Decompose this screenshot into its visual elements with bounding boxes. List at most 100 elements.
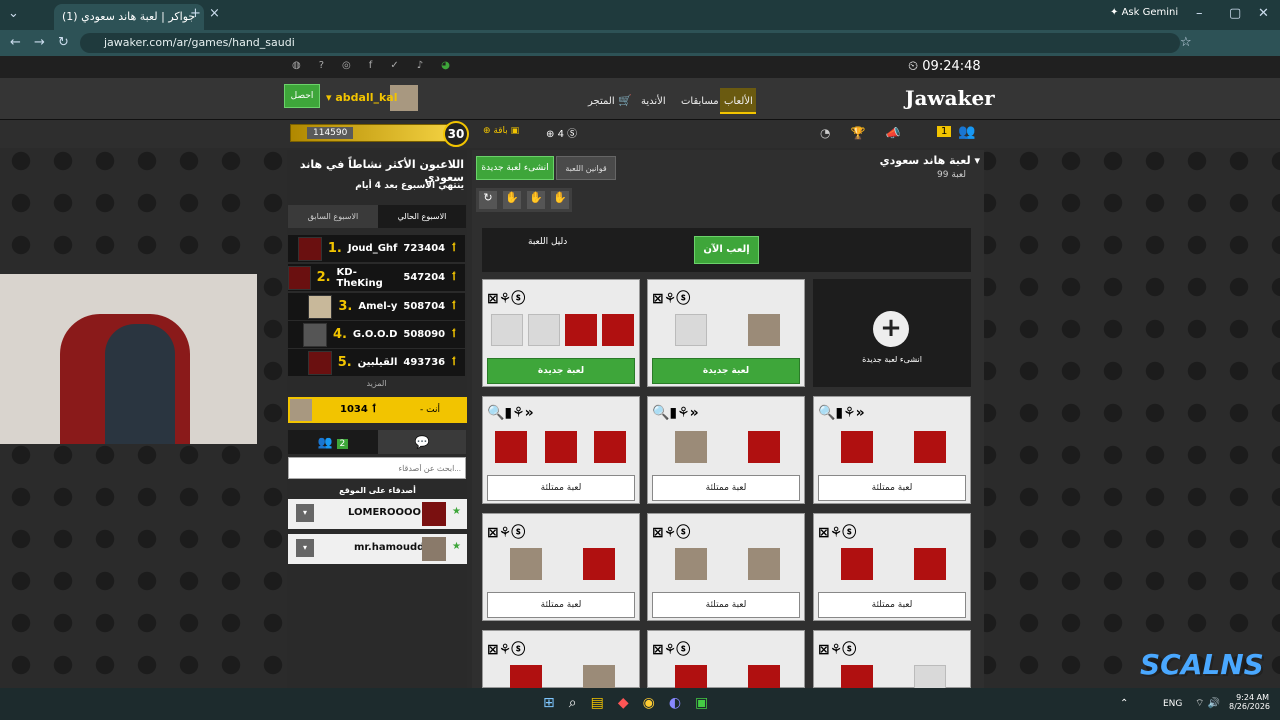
filter-buttons: ↻ ✋ ✋ ✋ — [476, 188, 572, 212]
filter-one-icon[interactable]: ✋ — [503, 191, 521, 209]
tray-clock[interactable]: 9:24 AM 8/26/2026 — [1229, 693, 1270, 711]
tokens[interactable]: ⊕ 4 Ⓢ — [546, 125, 577, 140]
friend-search-input[interactable] — [288, 457, 466, 479]
nav-clubs[interactable]: الأندية — [641, 94, 666, 107]
chrome-icon[interactable]: ◉ — [643, 695, 655, 711]
leaderboard-row[interactable]: 3. Amel-y 508704 ٲ — [288, 293, 465, 320]
game-card[interactable]: 🔍▮⚘» لعبة ممتلئة — [482, 396, 640, 504]
friend-avatar — [422, 537, 446, 561]
friends-icon[interactable]: 👥 — [958, 124, 975, 140]
leaderboard-subtitle: ينتهي الاسبوع بعد 4 أيام — [355, 181, 464, 191]
game-mode-icons: ⊠⚘ⓢ — [487, 525, 526, 541]
nav-competitions[interactable]: مسابقات — [681, 94, 719, 107]
game-card[interactable]: ⊠⚘ⓢ لعبة ممتلئة — [813, 513, 971, 621]
friend-row[interactable]: ▾ LOMEROOOO ★ — [288, 499, 467, 529]
stream-logo: SCALNS — [1140, 648, 1264, 681]
level-badge: 30 — [443, 121, 469, 147]
friends-tab[interactable]: 👥 2 — [288, 430, 378, 454]
game-guide-link[interactable]: دليل اللعبة — [528, 237, 567, 247]
friend-row[interactable]: ▾ mr.hamoudd ★ — [288, 534, 467, 564]
rules-button[interactable]: قوانين اللعبة — [556, 156, 616, 180]
refresh-icon[interactable]: ↻ — [479, 191, 497, 209]
clock: ⏲ 09:24:48 — [908, 59, 981, 74]
game-card[interactable]: ⊠⚘ⓢ لعبة جديدة — [482, 279, 640, 387]
game-card[interactable]: ⊠⚘ⓢ لعبة ممتلئة — [647, 513, 805, 621]
browser-tab[interactable]: (1) جواكر | لعبة هاند سعودي — [54, 4, 204, 30]
tab-menu-icon[interactable]: ⌄ — [8, 6, 19, 21]
start-icon[interactable]: ⊞ — [543, 695, 555, 711]
my-label: - أنت — [420, 405, 440, 415]
back-icon[interactable]: ← — [10, 35, 21, 50]
filter-three-icon[interactable]: ✋ — [551, 191, 569, 209]
new-game-button[interactable]: لعبة جديدة — [652, 358, 800, 384]
leaderboard-row[interactable]: 5. القيلبين 493736 ٲ — [288, 349, 465, 376]
language-indicator[interactable]: ENG — [1163, 699, 1182, 709]
tray-arrow-icon[interactable]: ⌃ — [1120, 698, 1128, 709]
forward-icon[interactable]: → — [34, 35, 45, 50]
tab-previous-week[interactable]: الاسبوع السابق — [288, 205, 378, 228]
online-star-icon: ★ — [452, 506, 461, 517]
game-mode-icons: 🔍▮⚘» — [818, 405, 865, 421]
discord-icon[interactable]: ◐ — [669, 695, 681, 711]
leaderboard-row[interactable]: 2. KD-TheKing 547204 ٲ — [288, 264, 465, 291]
game-card[interactable]: 🔍▮⚘» لعبة ممتلئة — [647, 396, 805, 504]
network-sound-icons[interactable]: ⌔ 🔊 — [1195, 697, 1220, 710]
game-mode-icons: ⊠⚘ⓢ — [487, 642, 526, 658]
maximize-icon[interactable]: ▢ — [1229, 6, 1241, 21]
game-mode-icons: ⊠⚘ⓢ — [652, 291, 691, 307]
game-card[interactable]: ⊠⚘ⓢ — [647, 630, 805, 697]
sound-icon[interactable]: ♪ — [417, 60, 423, 71]
megaphone-icon[interactable]: 📣 — [885, 126, 900, 140]
search-icon[interactable]: ⌕ — [569, 695, 577, 711]
nav-games[interactable]: الألعاب — [724, 94, 753, 107]
jawaker-logo[interactable]: Jawaker — [905, 86, 995, 110]
create-game-button[interactable]: انشىء لعبة جديدة — [476, 156, 554, 180]
cart-icon: 🛒 — [618, 94, 632, 107]
leaderboard-row[interactable]: 1. Joud_Ghf 723404 ٲ — [288, 235, 465, 262]
close-window-icon[interactable]: ✕ — [1258, 6, 1269, 21]
new-tab-icon[interactable]: + — [190, 6, 201, 21]
person — [105, 324, 175, 444]
friend-menu-icon[interactable]: ▾ — [296, 504, 314, 522]
username[interactable]: ▾ abdall_kal — [326, 91, 398, 104]
instagram-icon[interactable]: ◎ — [342, 60, 351, 71]
game-card[interactable]: ⊠⚘ⓢ — [482, 630, 640, 697]
get-button[interactable]: احصل — [284, 84, 320, 108]
tab-current-week[interactable]: الاسبوع الحالي — [378, 205, 466, 228]
app-icon[interactable]: ▣ — [695, 695, 708, 711]
filter-two-icon[interactable]: ✋ — [527, 191, 545, 209]
nav-store[interactable]: المتجر 🛒 — [588, 94, 632, 107]
minimize-icon[interactable]: – — [1196, 6, 1203, 21]
site-header — [0, 78, 1280, 120]
package-icon: ▣ — [510, 126, 520, 136]
new-game-button[interactable]: لعبة جديدة — [487, 358, 635, 384]
trophy-icon[interactable]: 🏆 — [850, 126, 865, 140]
friend-menu-icon[interactable]: ▾ — [296, 539, 314, 557]
help-icon[interactable]: ? — [319, 60, 324, 71]
twitter-icon[interactable]: ✓ — [390, 60, 398, 71]
url-input[interactable]: jawaker.com/ar/games/hand_saudi — [80, 33, 1180, 53]
leaderboard-row[interactable]: 4. G.O.O.D 508090 ٲ — [288, 321, 465, 348]
ask-gemini-button[interactable]: ✦ Ask Gemini — [1110, 7, 1178, 18]
game-card[interactable]: ⊠⚘ⓢ — [813, 630, 971, 697]
file-explorer-icon[interactable]: ▤ — [591, 695, 604, 711]
brave-icon[interactable]: ◆ — [618, 695, 629, 711]
buy-package-button[interactable]: ⊕ باقة ▣ — [483, 126, 519, 136]
speed-icon[interactable]: ◕ — [441, 60, 450, 71]
leaderboard-more-link[interactable]: المزيد — [288, 379, 465, 388]
full-game-label: لعبة ممتلئة — [487, 475, 635, 501]
game-card[interactable]: ⊠⚘ⓢ لعبة ممتلئة — [482, 513, 640, 621]
full-game-label: لعبة ممتلئة — [818, 592, 966, 618]
game-card[interactable]: ⊠⚘ⓢ لعبة جديدة — [647, 279, 805, 387]
bookmark-star-icon[interactable]: ☆ — [1180, 35, 1192, 50]
create-game-card[interactable]: + انشىء لعبة جديدة — [813, 279, 971, 387]
rss-icon[interactable]: ◔ — [820, 126, 830, 140]
chat-tab[interactable]: 💬 — [378, 430, 466, 454]
facebook-icon[interactable]: f — [369, 60, 373, 71]
globe-icon[interactable]: ◍ — [292, 60, 301, 71]
close-tab-icon[interactable]: × — [209, 6, 220, 21]
social-icons: ◍? ◎ f ✓ ♪ ◕ — [292, 60, 450, 71]
play-now-button[interactable]: إلعب الآن — [694, 236, 759, 264]
game-card[interactable]: 🔍▮⚘» لعبة ممتلئة — [813, 396, 971, 504]
reload-icon[interactable]: ↻ — [58, 35, 69, 50]
